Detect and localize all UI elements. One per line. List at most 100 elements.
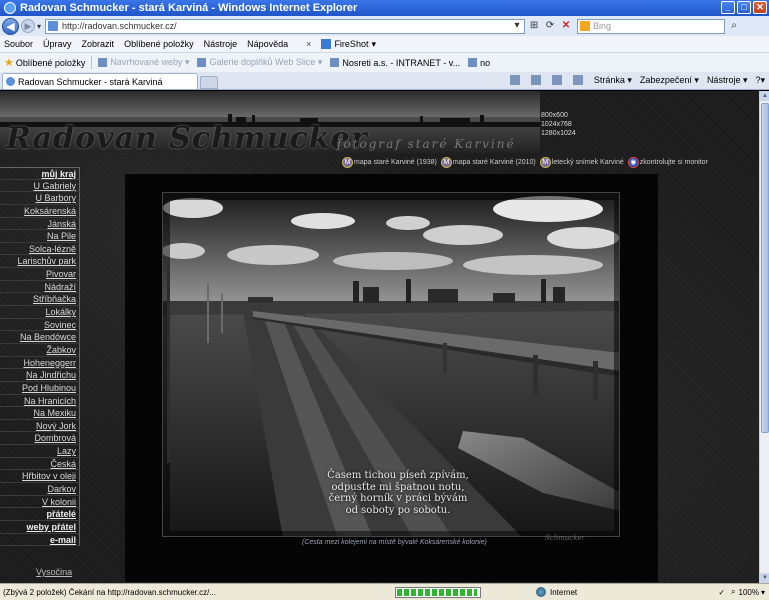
tools-menu[interactable]: Nástroje ▾ <box>707 75 748 86</box>
menu-edit[interactable]: Úpravy <box>43 39 72 49</box>
nav-item[interactable]: Koksárenská <box>0 204 80 218</box>
monitor-check-link[interactable]: ◉ zkontrolujte si monitor <box>627 157 708 168</box>
new-tab-button[interactable] <box>200 76 218 89</box>
nav-item[interactable]: Jánská <box>0 217 80 231</box>
back-button[interactable]: ◀ <box>2 17 19 35</box>
nav-item[interactable]: U Gabriely <box>0 179 80 193</box>
url-text[interactable]: http://radovan.schmucker.cz/ <box>62 21 508 31</box>
close-button[interactable]: ✕ <box>753 1 767 14</box>
favorites-star-icon[interactable]: ★ <box>4 56 14 69</box>
protected-mode-icon[interactable]: ✓ <box>718 588 725 597</box>
nav-item[interactable]: přátelé <box>0 508 80 521</box>
nav-item[interactable]: Hřbitov v oleji <box>0 470 80 484</box>
nav-item[interactable]: weby přátel <box>0 520 80 534</box>
nav-item[interactable]: Na Jindřichu <box>0 369 80 382</box>
favorites-item-no[interactable]: no <box>468 58 490 68</box>
menu-help[interactable]: Nápověda <box>247 39 288 49</box>
main-photo: Časem tichou píseň zpívám, odpusťte mi š… <box>162 192 620 537</box>
nav-item[interactable]: Pod Hlubinou <box>0 381 80 395</box>
scroll-up-icon[interactable]: ▲ <box>760 91 769 101</box>
nav-item[interactable]: můj kraj <box>0 167 80 180</box>
nav-item[interactable]: Larischův park <box>0 255 80 269</box>
scroll-thumb[interactable] <box>761 103 769 433</box>
window-controls: _ □ ✕ <box>721 1 767 14</box>
home-button[interactable] <box>509 75 523 85</box>
url-dropdown-icon[interactable]: ▾ <box>510 19 524 33</box>
nav-item[interactable]: Lazy <box>0 445 80 458</box>
favorites-item-webslice[interactable]: Galerie doplňků Web Slice ▾ <box>197 57 322 68</box>
menu-favorites[interactable]: Oblíbené položky <box>124 39 194 49</box>
history-dropdown-icon[interactable]: ▾ <box>37 22 41 31</box>
nav-item[interactable]: Darkov <box>0 483 80 496</box>
nav-item[interactable]: Nový Jork <box>0 419 80 433</box>
map-icon: M <box>342 157 353 168</box>
search-field[interactable]: Bing <box>577 18 726 34</box>
home-icon <box>509 75 520 85</box>
url-field[interactable]: http://radovan.schmucker.cz/ ▾ <box>45 18 526 34</box>
map-link-label: mapa staré Karviné (1938) <box>354 159 437 166</box>
nav-item[interactable]: Sovinec <box>0 318 80 332</box>
favorites-button[interactable]: Oblíbené položky <box>16 58 86 68</box>
resolution-link[interactable]: 1024x768 <box>541 120 576 129</box>
nav-item[interactable]: Solca-léznĕ <box>0 242 80 256</box>
nav-item[interactable]: Na Pile <box>0 230 80 243</box>
nav-item[interactable]: Dombrová <box>0 432 80 446</box>
zoom-icon[interactable]: ⌕ <box>731 587 735 597</box>
search-icon[interactable]: ⌕ <box>727 19 741 33</box>
nav-item[interactable]: Česká <box>0 457 80 471</box>
mail-button[interactable] <box>551 75 565 85</box>
progress-fill <box>397 588 477 596</box>
menu-view[interactable]: Zobrazit <box>82 39 115 49</box>
nav-item[interactable]: V kolonii <box>0 495 80 509</box>
nav-item[interactable]: e-mail <box>0 533 80 547</box>
zone-label: Internet <box>550 587 578 597</box>
menu-close-icon[interactable]: × <box>306 39 311 49</box>
zoom-control[interactable]: ✓ ⌕ 100% ▾ <box>712 587 769 597</box>
safety-menu[interactable]: Zabezpečení ▾ <box>640 75 699 86</box>
search-placeholder[interactable]: Bing <box>593 21 611 31</box>
maximize-button[interactable]: □ <box>737 1 751 14</box>
help-menu[interactable]: ?▾ <box>755 75 765 86</box>
command-bar: Stránka ▾ Zabezpečení ▾ Nástroje ▾ ?▾ <box>502 72 765 88</box>
vertical-scrollbar[interactable]: ▲ ▼ <box>759 91 769 583</box>
map-link-1938[interactable]: M mapa staré Karviné (1938) <box>342 157 437 168</box>
favorites-bar: ★ Oblíbené položky Navrhované weby ▾ Gal… <box>0 53 769 72</box>
nav-item[interactable]: Žabkov <box>0 343 80 357</box>
minimize-button[interactable]: _ <box>721 1 735 14</box>
nav-item[interactable]: Na Bendówce <box>0 331 80 344</box>
tab-active[interactable]: Radovan Schmucker - stará Karviná <box>2 73 198 89</box>
photographer-signature: Schmucker <box>545 534 586 542</box>
compatibility-icon[interactable]: ⊞ <box>527 19 541 33</box>
nav-item[interactable]: Nádraží <box>0 280 80 294</box>
feeds-button[interactable] <box>530 75 544 85</box>
menu-tools[interactable]: Nástroje <box>204 39 238 49</box>
nav-item[interactable]: Lokálky <box>0 306 80 319</box>
nav-item[interactable]: Stříbňačka <box>0 293 80 307</box>
print-button[interactable] <box>572 75 586 85</box>
scroll-down-icon[interactable]: ▼ <box>760 573 769 583</box>
fireshot-button[interactable]: FireShot ▾ <box>321 39 376 50</box>
favorites-item-intranet[interactable]: Nosreti a.s. - INTRANET - v... <box>330 58 460 68</box>
forward-button[interactable]: ▶ <box>21 19 35 33</box>
page-icon <box>468 58 478 67</box>
page-menu[interactable]: Stránka ▾ <box>594 75 632 86</box>
map-link-2010[interactable]: M mapa staré Karviné (2010) <box>440 157 536 168</box>
nav-item[interactable]: Na Mexiku <box>0 407 80 420</box>
stop-icon[interactable]: ✕ <box>559 19 573 33</box>
nav-item[interactable]: U Barbory <box>0 192 80 205</box>
bing-icon <box>580 21 591 31</box>
zoom-dropdown-icon[interactable]: ▾ <box>761 588 765 597</box>
menu-file[interactable]: Soubor <box>4 39 33 49</box>
resolution-link[interactable]: 800x600 <box>541 111 576 120</box>
map-links: M mapa staré Karviné (1938) M mapa staré… <box>342 157 712 168</box>
refresh-icon[interactable]: ⟳ <box>543 19 557 33</box>
resolution-link[interactable]: 1280x1024 <box>541 129 576 138</box>
nav-item-vysocina[interactable]: Vysočina <box>36 567 72 577</box>
site-banner: Radovan Schmucker fotograf staré Karviné <box>0 91 540 156</box>
map-link-aerial[interactable]: M letecký snímek Karviné <box>539 157 624 168</box>
security-zone[interactable]: Internet <box>536 587 666 597</box>
nav-item[interactable]: Pivovar <box>0 268 80 281</box>
nav-item[interactable]: Hoheneggerr <box>0 356 80 370</box>
favorites-item-suggested[interactable]: Navrhované weby ▾ <box>98 57 189 68</box>
nav-item[interactable]: Na Hranicích <box>0 394 80 408</box>
